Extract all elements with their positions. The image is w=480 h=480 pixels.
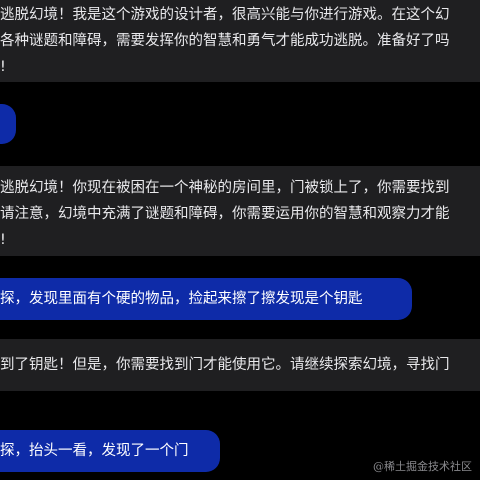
message-text: 探，抬头一看，发现了一个门	[0, 443, 189, 459]
message-line: 请注意，幻境中充满了谜题和障碍，你需要运用你的智慧和观察力才能	[0, 206, 450, 222]
assistant-message: 到了钥匙！但是，你需要找到门才能使用它。请继续探索幻境，寻找门	[0, 339, 480, 391]
message-line: 逃脱幻境！我是这个游戏的设计者，很高兴能与你进行游戏。在这个幻	[0, 7, 450, 23]
assistant-message: 逃脱幻境！你现在被困在一个神秘的房间里，门被锁上了，你需要找到 请注意，幻境中充…	[0, 166, 480, 256]
assistant-message: 逃脱幻境！我是这个游戏的设计者，很高兴能与你进行游戏。在这个幻 各种谜题和障碍，…	[0, 0, 480, 82]
message-line: 到了钥匙！但是，你需要找到门才能使用它。请继续探索幻境，寻找门	[0, 357, 450, 373]
watermark: @稀土掘金技术社区	[373, 460, 472, 473]
message-text: 探，发现里面有个硬的物品，捡起来擦了擦发现是个钥匙	[0, 291, 363, 307]
message-line: !	[0, 232, 6, 248]
user-message: 探，抬头一看，发现了一个门	[0, 430, 220, 472]
user-message	[0, 104, 16, 144]
message-line: !	[0, 59, 6, 75]
message-line: 逃脱幻境！你现在被困在一个神秘的房间里，门被锁上了，你需要找到	[0, 180, 450, 196]
user-message: 探，发现里面有个硬的物品，捡起来擦了擦发现是个钥匙	[0, 278, 412, 320]
message-line: 各种谜题和障碍，需要发挥你的智慧和勇气才能成功逃脱。准备好了吗	[0, 33, 450, 49]
